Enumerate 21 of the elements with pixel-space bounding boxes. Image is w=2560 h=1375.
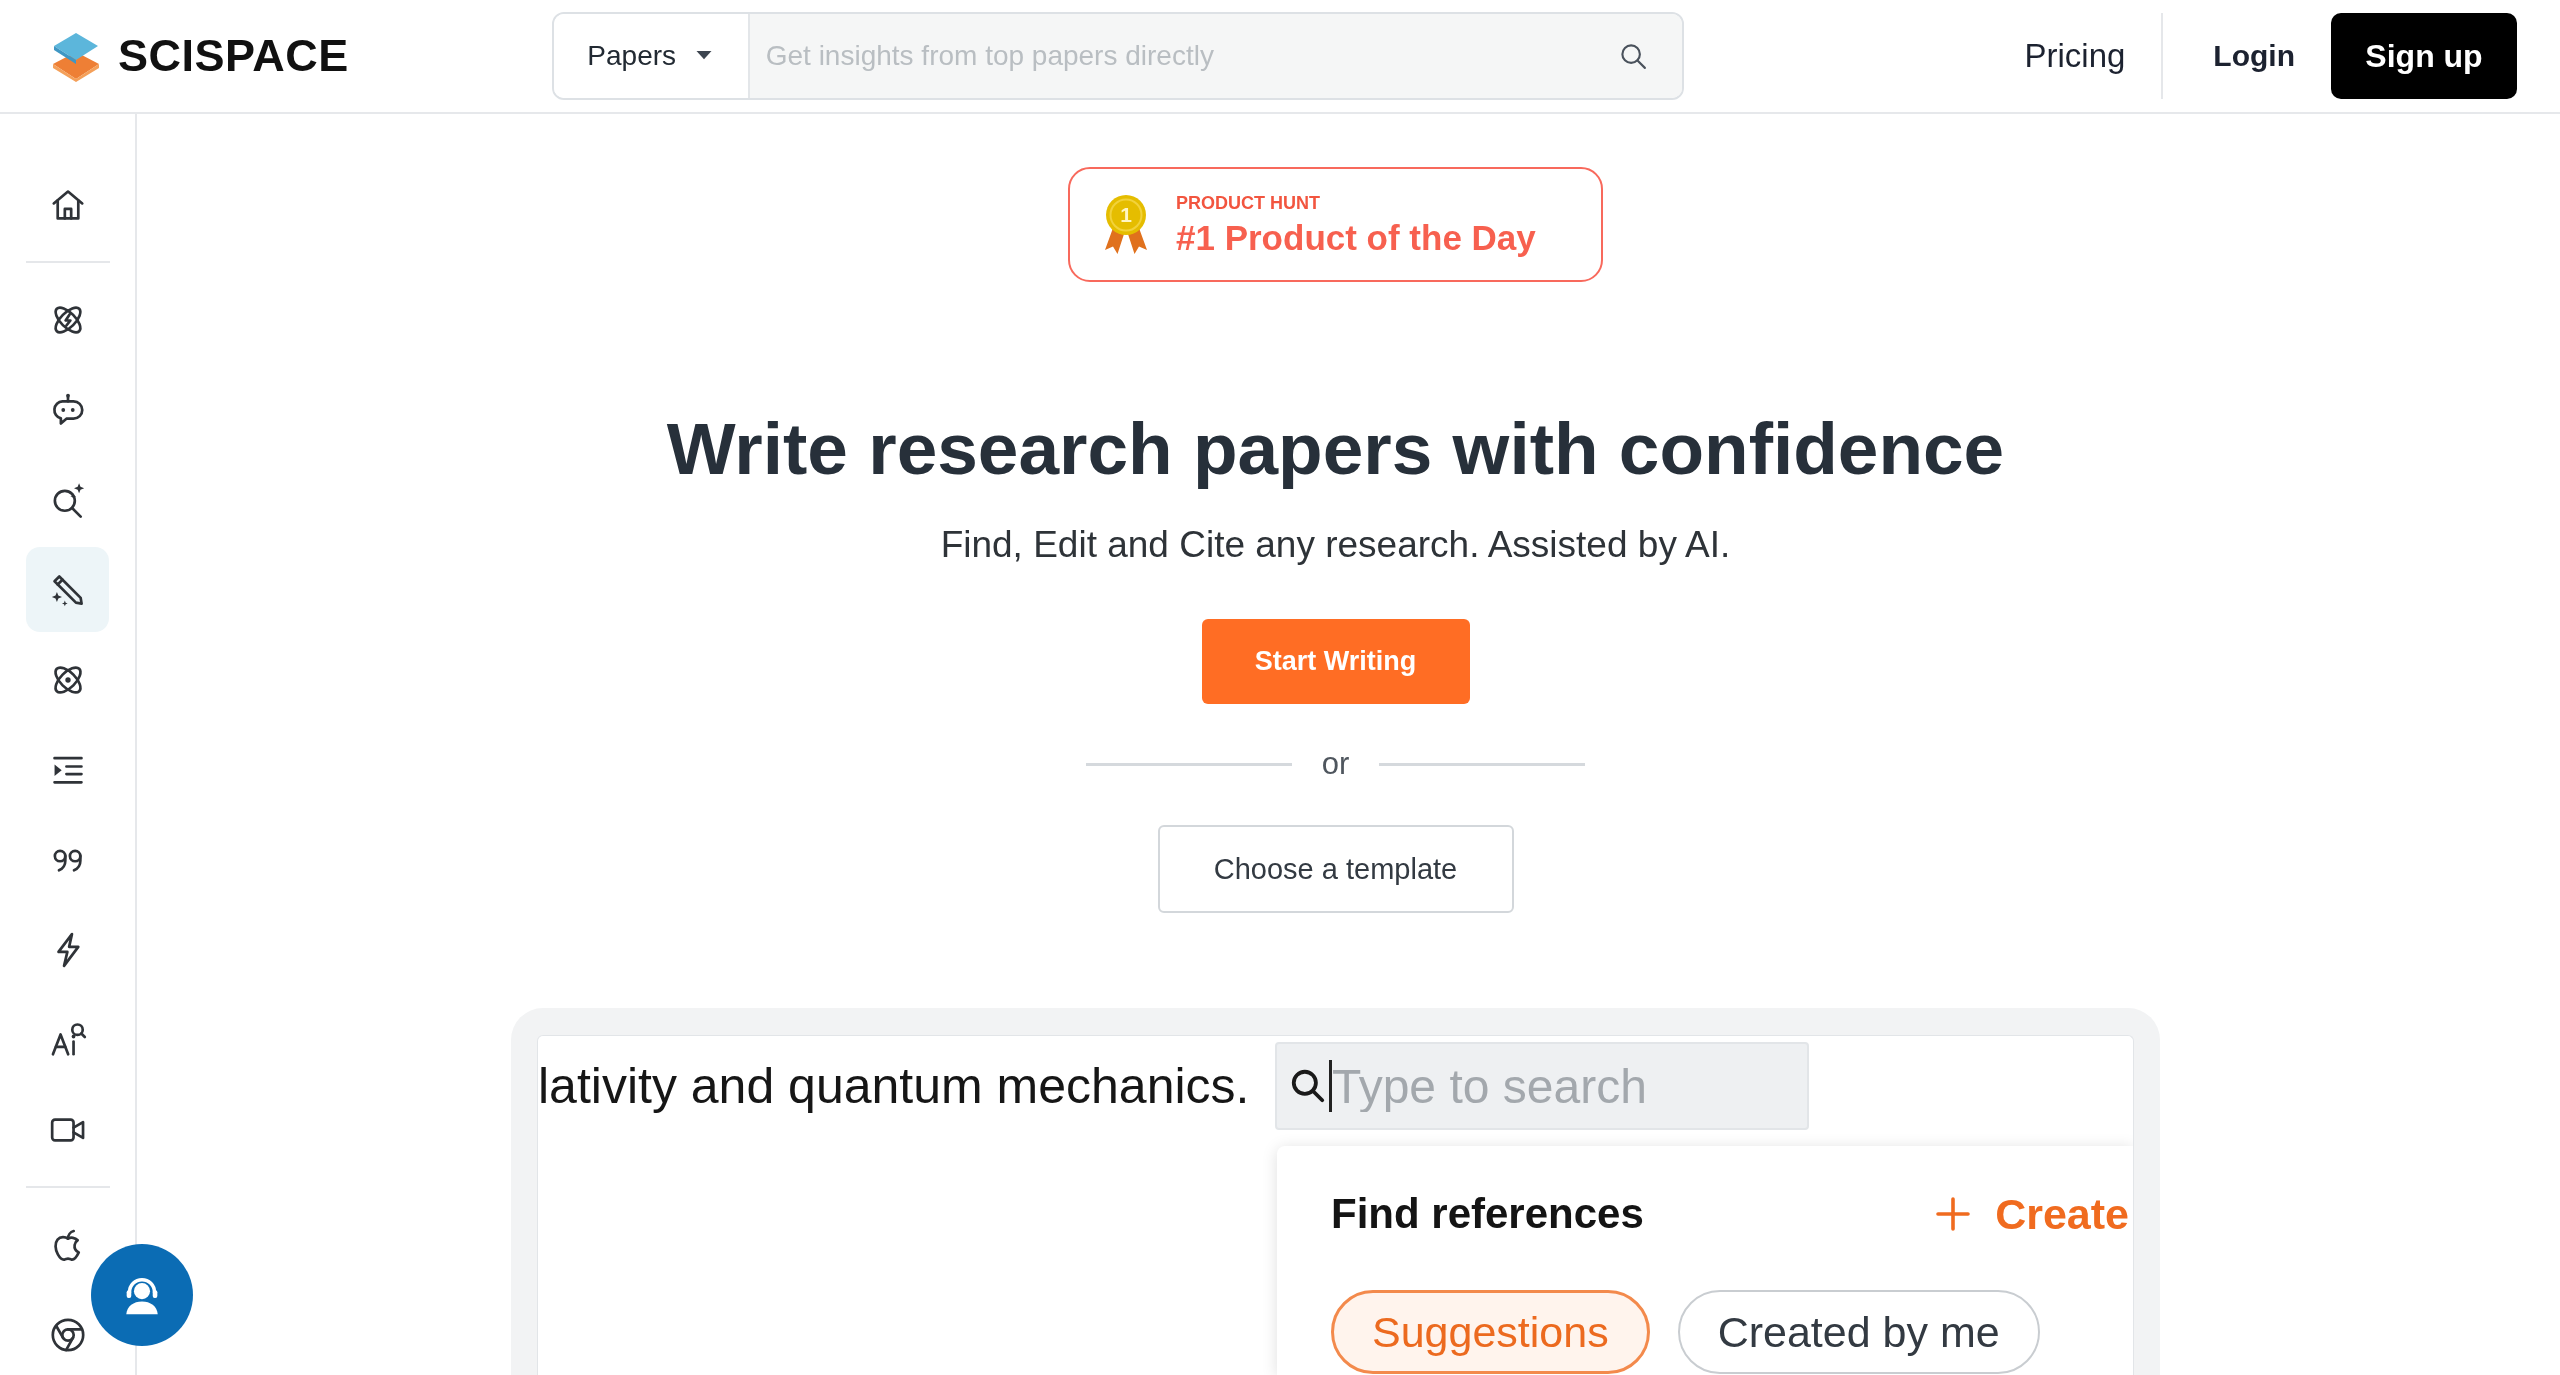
medal-icon [1103, 193, 1149, 256]
signup-button[interactable]: Sign up [2331, 13, 2517, 99]
badge-title: #1 Product of the Day [1176, 217, 1536, 258]
nav-link[interactable]: Pricing [2024, 37, 2126, 75]
search-icon [1289, 1067, 1327, 1105]
hero-subtitle: Find, Edit and Cite any research. Assisted by AI. [940, 523, 1731, 567]
badge-eyebrow: PRODUCT HUNT [1176, 191, 1321, 214]
logo-icon [50, 30, 102, 82]
sidebar-item[interactable] [26, 547, 109, 632]
panel-title: Find references [1331, 1190, 1644, 1238]
template-button[interactable]: Choose a template [1157, 825, 1514, 913]
login-link[interactable]: Login [2213, 39, 2295, 73]
hero-heading: Write research papers with confidence [666, 407, 2005, 491]
browser-icon [48, 1315, 87, 1354]
scope-dropdown[interactable]: Papers [553, 14, 750, 98]
editor-text: lativity and quantum mechanics. [538, 1057, 1251, 1116]
logo-wordmark: SCISPACE [118, 30, 349, 82]
filter-tab[interactable]: Created by me [1677, 1290, 2040, 1374]
medal-number: 1 [1119, 202, 1133, 227]
separator-text: or [1321, 745, 1350, 783]
plus-icon [1935, 1196, 1972, 1232]
